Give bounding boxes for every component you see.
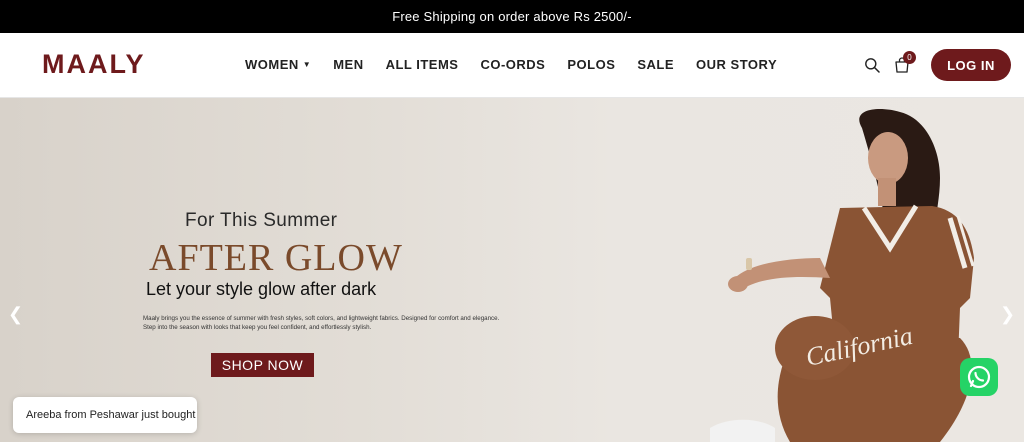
chevron-left-icon[interactable]: ❮ — [8, 304, 23, 325]
shop-now-button[interactable]: SHOP NOW — [211, 353, 314, 377]
search-icon[interactable] — [864, 57, 880, 73]
hero-subtitle: For This Summer — [185, 210, 338, 231]
nav-item-sale[interactable]: SALE — [637, 57, 674, 72]
nav-item-co-ords[interactable]: CO-ORDS — [480, 57, 545, 72]
announcement-text: Free Shipping on order above Rs 2500/- — [392, 9, 632, 24]
nav-item-polos[interactable]: POLOS — [567, 57, 615, 72]
purchase-notification[interactable]: Areeba from Peshawar just bought — [13, 397, 197, 433]
nav-label: WOMEN — [245, 57, 299, 72]
login-button[interactable]: LOG IN — [931, 49, 1011, 81]
hero-description: Maaly brings you the essence of summer w… — [143, 315, 500, 331]
cart-count-badge: 0 — [903, 51, 916, 64]
nav-label: ALL ITEMS — [385, 57, 459, 72]
notification-text: Areeba from Peshawar just bought — [26, 409, 196, 421]
announcement-bar: Free Shipping on order above Rs 2500/- — [0, 0, 1024, 33]
nav-item-all-items[interactable]: ALL ITEMS — [386, 57, 459, 72]
nav-label: MEN — [333, 57, 364, 72]
whatsapp-glyph — [967, 365, 991, 389]
hero-tagline: Let your style glow after dark — [146, 279, 377, 299]
nav-item-women[interactable]: WOMEN ▼ — [245, 57, 311, 72]
nav-item-our-story[interactable]: OUR STORY — [696, 57, 777, 72]
logo[interactable]: MAALY — [42, 49, 146, 80]
hero-title: AFTER GLOW — [149, 237, 403, 279]
main-nav: WOMEN ▼ MEN ALL ITEMS CO-ORDS POLOS SALE… — [245, 57, 799, 72]
site-header: MAALY WOMEN ▼ MEN ALL ITEMS CO-ORDS POLO… — [0, 33, 1024, 98]
nav-label: CO-ORDS — [480, 57, 546, 72]
nav-label: POLOS — [567, 57, 616, 72]
nav-label: OUR STORY — [696, 57, 778, 72]
whatsapp-icon[interactable] — [960, 358, 998, 396]
hero-banner: For This Summer AFTER GLOW Let your styl… — [0, 98, 1024, 442]
chevron-right-icon[interactable]: ❯ — [1000, 304, 1015, 325]
chevron-down-icon: ▼ — [302, 60, 312, 69]
nav-item-men[interactable]: MEN — [333, 57, 363, 72]
nav-label: SALE — [637, 57, 675, 72]
